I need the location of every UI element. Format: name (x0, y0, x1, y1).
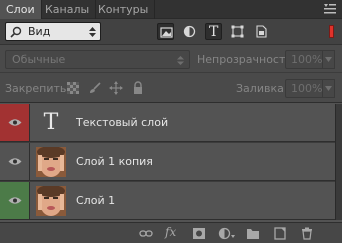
search-icon (10, 26, 22, 38)
new-group-icon[interactable] (246, 227, 260, 240)
layer-row-text[interactable]: T Текстовый слой (0, 104, 335, 142)
layers-bottom-toolbar: fx (0, 222, 342, 243)
lock-all-icon[interactable] (131, 81, 145, 95)
adjustment-filter-icon[interactable] (181, 23, 198, 40)
tab-paths[interactable]: Контуры (92, 0, 156, 19)
chevron-down-icon (325, 86, 332, 91)
visibility-toggle[interactable] (0, 104, 30, 141)
eye-icon (8, 119, 22, 126)
opacity-value: 100% (291, 53, 323, 66)
image-filter-icon[interactable] (157, 23, 174, 40)
lock-row: Закрепить: Заливка: 100% (0, 73, 342, 103)
blend-mode-select[interactable]: Обычные (5, 50, 190, 69)
layer-thumbnail (36, 185, 66, 216)
lock-image-pixels-icon[interactable] (88, 81, 102, 95)
layer-name[interactable]: Слой 1 (76, 194, 115, 207)
fill-value: 100% (291, 82, 323, 95)
fx-label: fx (165, 225, 177, 239)
layer-row-base[interactable]: Слой 1 (0, 182, 335, 220)
opacity-dropdown-button[interactable] (322, 50, 335, 69)
layer-name[interactable]: Слой 1 копия (76, 155, 153, 168)
layer-filter-row: Вид T (0, 19, 342, 45)
filter-kind-select[interactable]: Вид (5, 22, 101, 41)
fill-label: Заливка: (236, 82, 288, 95)
blend-mode-value: Обычные (12, 53, 66, 66)
adjustment-layer-icon[interactable] (218, 227, 235, 240)
filter-toggle-switch[interactable] (329, 25, 334, 38)
fill-dropdown-button[interactable] (322, 79, 335, 98)
layer-row-copy[interactable]: Слой 1 копия (0, 143, 335, 181)
link-layers-icon[interactable] (139, 227, 153, 240)
shape-filter-icon[interactable] (229, 23, 246, 40)
text-filter-icon[interactable]: T (205, 23, 222, 40)
text-filter-glyph: T (209, 24, 219, 40)
layers-panel: Слои Каналы Контуры Вид T Обычные Непроз… (0, 0, 342, 243)
filter-kind-value: Вид (28, 25, 51, 38)
layer-thumbnail (36, 146, 66, 177)
lock-position-icon[interactable] (109, 81, 123, 95)
delete-layer-icon[interactable] (300, 227, 314, 240)
visibility-toggle[interactable] (0, 182, 30, 219)
lock-label: Закрепить: (5, 82, 71, 95)
panel-menu-icon[interactable] (323, 2, 337, 15)
blend-row: Обычные Непрозрачность: 100% (0, 45, 342, 73)
updown-arrows-icon (177, 56, 184, 65)
opacity-label: Непрозрачность: (197, 53, 296, 66)
new-layer-icon[interactable] (273, 227, 287, 240)
layers-scrollbar[interactable] (335, 104, 342, 220)
chevron-down-icon (325, 57, 332, 62)
layer-style-icon[interactable]: fx (165, 225, 179, 240)
eye-icon (8, 197, 22, 204)
layer-mask-icon[interactable] (192, 227, 206, 240)
smart-object-filter-icon[interactable] (253, 23, 270, 40)
tab-channels[interactable]: Каналы (39, 0, 97, 19)
layers-list: T Текстовый слой Слой 1 копия Слой 1 (0, 104, 335, 220)
eye-icon (8, 158, 22, 165)
panel-tab-bar: Слои Каналы Контуры (0, 0, 342, 20)
layer-name[interactable]: Текстовый слой (76, 116, 168, 129)
tab-layers[interactable]: Слои (0, 0, 42, 20)
text-layer-thumbnail: T (43, 110, 59, 135)
lock-transparent-pixels-icon[interactable] (66, 81, 80, 95)
visibility-toggle[interactable] (0, 143, 30, 180)
updown-arrows-icon (89, 27, 96, 37)
